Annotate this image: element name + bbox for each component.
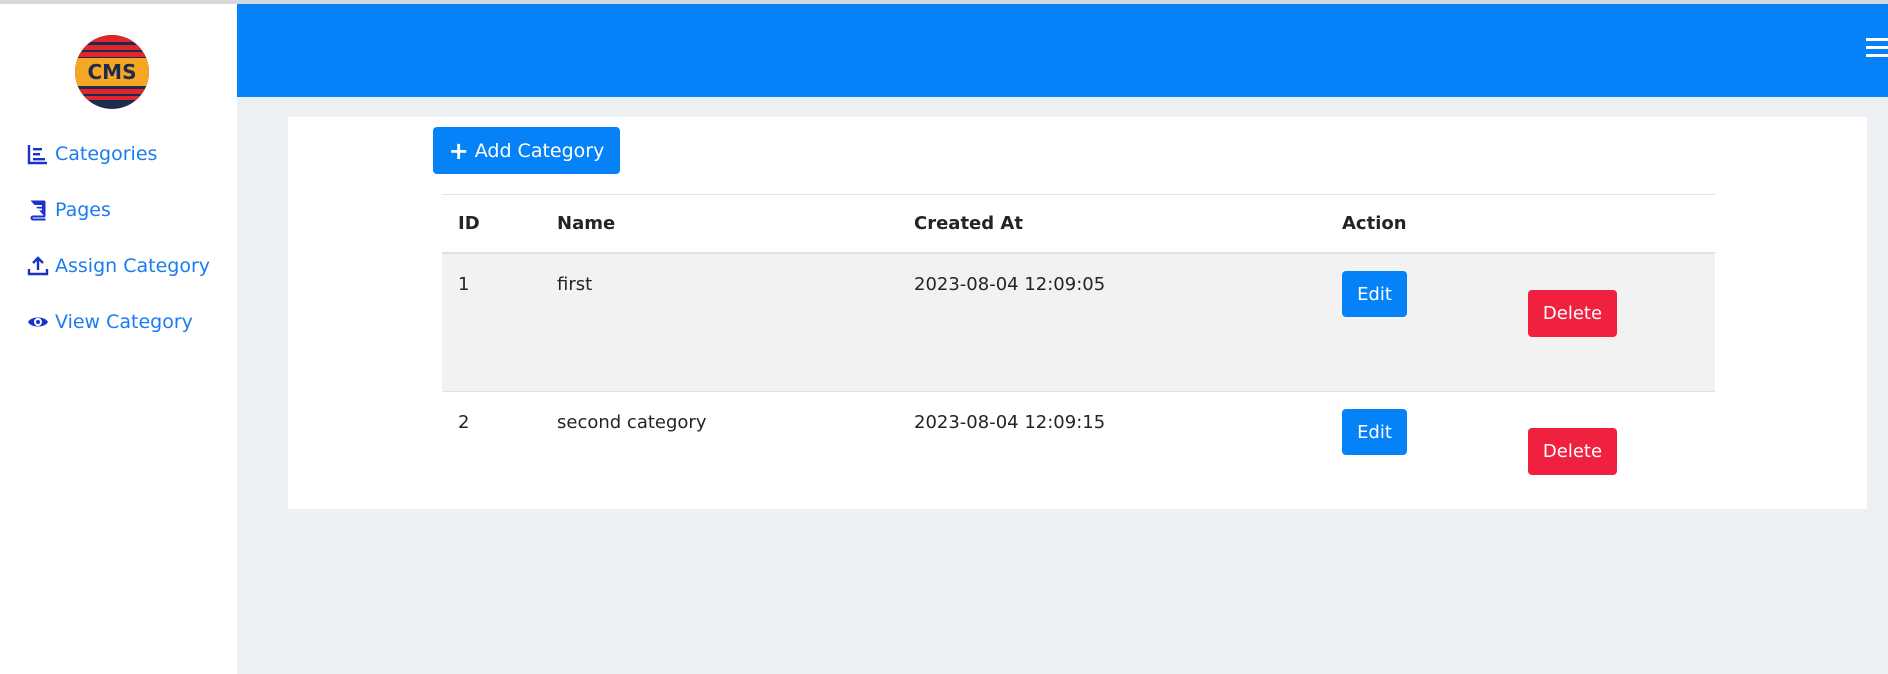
cms-logo: CMS: [74, 30, 150, 114]
cell-actions: Edit Delete: [1326, 391, 1715, 529]
sidebar-item-label: Assign Category: [55, 255, 211, 277]
add-category-label: Add Category: [474, 139, 605, 162]
plus-icon: +: [448, 136, 469, 165]
header-id: ID: [442, 194, 541, 254]
top-navbar: [237, 4, 1888, 97]
delete-button[interactable]: Delete: [1528, 428, 1617, 475]
sidebar-item-view-category[interactable]: View Category: [27, 311, 193, 333]
sidebar-item-label: Categories: [55, 143, 158, 165]
categories-table: ID Name Created At Action 1 first 2023-0…: [442, 194, 1715, 529]
table-row: 2 second category 2023-08-04 12:09:15 Ed…: [442, 391, 1715, 529]
cell-name: first: [541, 252, 898, 392]
sidebar-item-pages[interactable]: Pages: [27, 199, 111, 221]
hamburger-icon[interactable]: [1866, 38, 1888, 62]
add-category-button[interactable]: + Add Category: [433, 127, 620, 174]
cell-created-at: 2023-08-04 12:09:05: [898, 252, 1326, 392]
edit-button[interactable]: Edit: [1342, 409, 1407, 455]
cell-name: second category: [541, 391, 898, 529]
book-icon: [30, 200, 46, 221]
chart-bar-icon: [27, 145, 47, 165]
logo-text: CMS: [88, 60, 137, 84]
cell-created-at: 2023-08-04 12:09:15: [898, 391, 1326, 529]
sidebar-item-assign-category[interactable]: Assign Category: [27, 255, 210, 277]
header-created-at: Created At: [898, 194, 1326, 254]
eye-icon: [28, 317, 48, 327]
cell-id: 1: [442, 252, 541, 392]
header-name: Name: [541, 194, 898, 254]
upload-icon: [27, 256, 49, 276]
header-action: Action: [1326, 194, 1715, 254]
cell-id: 2: [442, 391, 541, 529]
sidebar-item-categories[interactable]: Categories: [27, 143, 157, 165]
table-header-row: ID Name Created At Action: [442, 194, 1715, 254]
cell-actions: Edit Delete: [1326, 252, 1715, 392]
sidebar-item-label: View Category: [55, 311, 193, 333]
delete-button[interactable]: Delete: [1528, 290, 1617, 337]
edit-button[interactable]: Edit: [1342, 271, 1407, 317]
sidebar: CMS Categories Pages Assign Category Vie…: [0, 4, 237, 674]
table-row: 1 first 2023-08-04 12:09:05 Edit Delete: [442, 252, 1715, 392]
sidebar-item-label: Pages: [55, 199, 111, 221]
categories-card: + Add Category ID Name Created At Action…: [288, 117, 1867, 529]
